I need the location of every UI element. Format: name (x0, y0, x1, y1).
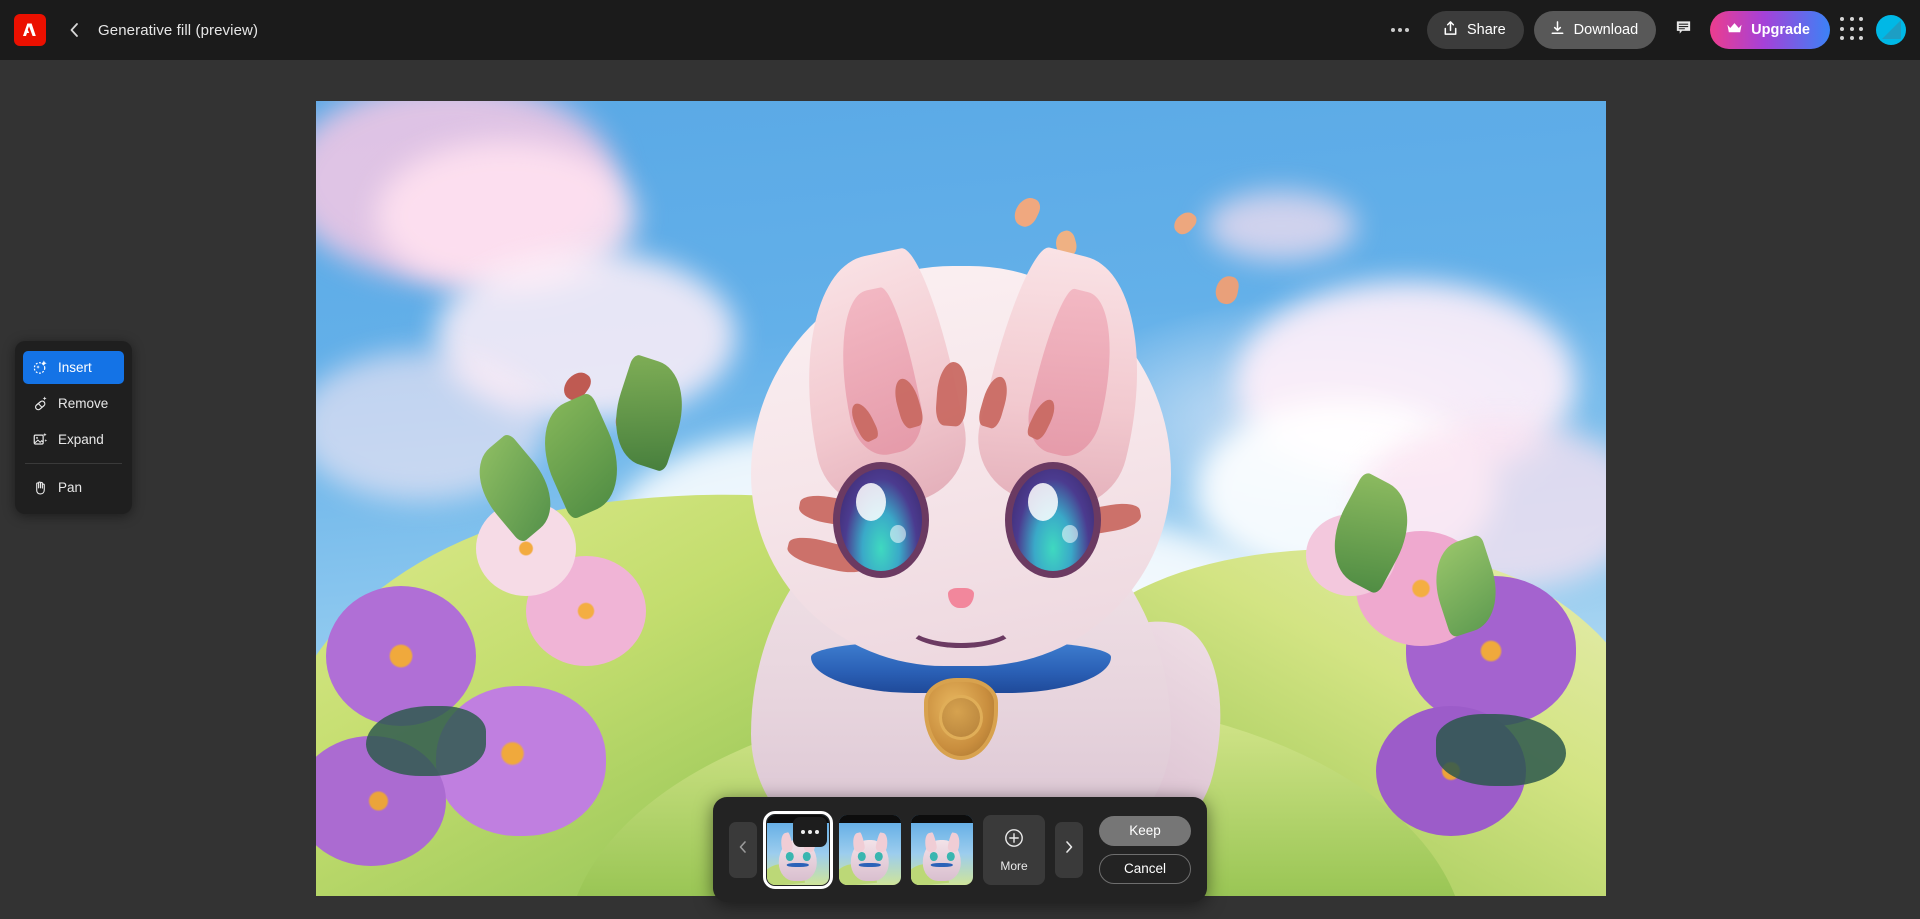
editor-canvas[interactable]: Insert Remove Expand Pan More Keep Cance… (0, 60, 1920, 919)
comment-button[interactable] (1666, 13, 1700, 47)
chevron-left-icon (736, 840, 750, 859)
more-variations-button[interactable]: More (983, 814, 1045, 885)
artboard-image[interactable] (316, 101, 1606, 896)
upgrade-label: Upgrade (1751, 22, 1810, 38)
upgrade-button[interactable]: Upgrade (1710, 11, 1830, 49)
ellipsis-icon (1397, 28, 1402, 32)
user-avatar-icon[interactable] (1876, 15, 1906, 45)
ellipsis-icon (1404, 28, 1409, 32)
next-variation-button[interactable] (1055, 821, 1083, 878)
more-label: More (1000, 858, 1028, 873)
keep-button[interactable]: Keep (1099, 815, 1191, 846)
share-label: Share (1466, 22, 1506, 38)
tool-insert[interactable]: Insert (23, 351, 124, 384)
adobe-logo-icon[interactable] (14, 14, 46, 46)
artwork-flowers (316, 101, 1606, 896)
plus-circle-icon (1003, 827, 1025, 854)
variation-preview (911, 814, 973, 885)
chevron-right-icon (1062, 840, 1076, 859)
app-grid-icon[interactable] (1840, 17, 1866, 43)
share-upload-icon (1442, 20, 1459, 41)
tools-panel: Insert Remove Expand Pan (15, 341, 132, 514)
overflow-menu-button[interactable] (1383, 13, 1417, 47)
header-actions: Share Download Upgrade (1383, 11, 1920, 49)
variations-toolbar: More Keep Cancel (713, 797, 1207, 902)
ellipsis-icon (801, 829, 805, 834)
variation-thumb-2[interactable] (839, 814, 901, 885)
share-button[interactable]: Share (1426, 11, 1524, 49)
tool-expand[interactable]: Expand (23, 423, 124, 456)
variation-actions: Keep Cancel (1099, 815, 1191, 884)
magic-insert-icon (31, 359, 49, 377)
app-header: Generative fill (preview) Share Download… (0, 0, 1920, 60)
back-button[interactable] (60, 15, 90, 45)
variation-thumbnails (763, 810, 973, 889)
eraser-remove-icon (31, 395, 49, 413)
ellipsis-icon (815, 829, 819, 834)
crown-icon (1726, 21, 1743, 39)
tool-remove-label: Remove (58, 396, 109, 411)
ellipsis-icon (808, 829, 812, 834)
hand-pan-icon (31, 479, 49, 497)
cancel-button[interactable]: Cancel (1099, 853, 1191, 884)
tool-expand-label: Expand (58, 432, 104, 447)
tool-pan[interactable]: Pan (23, 471, 124, 504)
download-button[interactable]: Download (1533, 11, 1657, 49)
tool-remove[interactable]: Remove (23, 387, 124, 420)
tool-pan-label: Pan (58, 480, 83, 495)
variation-thumb-1[interactable] (763, 810, 833, 889)
ellipsis-icon (1390, 28, 1395, 32)
expand-image-icon (31, 431, 49, 449)
variation-thumb-3[interactable] (911, 814, 973, 885)
variation-options-button[interactable] (793, 816, 827, 847)
tool-divider (25, 463, 122, 464)
download-label: Download (1573, 22, 1639, 38)
download-arrow-icon (1549, 20, 1566, 41)
document-title: Generative fill (preview) (98, 21, 259, 39)
tool-insert-label: Insert (58, 360, 92, 375)
prev-variation-button[interactable] (729, 821, 757, 878)
comment-bubble-icon (1674, 18, 1693, 42)
variation-preview (839, 814, 901, 885)
